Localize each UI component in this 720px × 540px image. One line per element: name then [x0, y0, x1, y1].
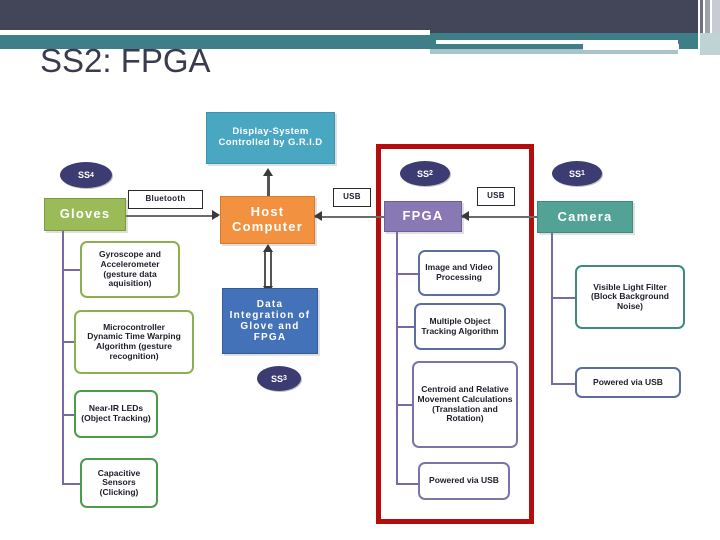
node-gloves-child-1-label: Gyroscope and Accelerometer (gesture dat… [99, 249, 161, 289]
node-gloves-child-2-label: Microcontroller Dynamic Time Warping Alg… [87, 321, 181, 361]
badge-ss4: SS 4 [60, 162, 112, 188]
arrow-gloves-to-host-head [212, 210, 220, 220]
node-data-integration-label: Data Integration of Glove and FPGA [229, 298, 311, 344]
node-fpga[interactable]: FPGA [384, 201, 462, 232]
label-bluetooth-text: Bluetooth [145, 194, 186, 204]
node-gloves-child-4-label: Capacitive Sensors (Clicking) [97, 467, 141, 497]
camera-spine [551, 233, 553, 385]
badge-ss1-sub: 1 [581, 170, 585, 177]
header-vertical-bar-4 [700, 33, 720, 55]
node-host-computer[interactable]: Host Computer [220, 196, 315, 244]
node-camera-child-2-label: Powered via USB [593, 376, 663, 387]
node-camera-child-2[interactable]: Powered via USB [575, 367, 681, 398]
badge-ss3-sub: 3 [283, 375, 287, 382]
label-bluetooth: Bluetooth [128, 190, 203, 209]
page-title: SS2: FPGA [40, 42, 211, 79]
node-camera-child-1-label: Visible Light Filter (Block Background N… [591, 281, 669, 311]
arrow-data-to-host-head [263, 244, 273, 252]
arrow-fpga-to-host-head [314, 211, 322, 221]
node-gloves[interactable]: Gloves [44, 198, 126, 231]
node-gloves-child-3[interactable]: Near-IR LEDs (Object Tracking) [74, 390, 158, 438]
node-camera-child-1[interactable]: Visible Light Filter (Block Background N… [575, 265, 685, 329]
badge-ss2: SS 2 [400, 161, 450, 186]
node-fpga-child-3[interactable]: Centroid and Relative Movement Calculati… [412, 361, 518, 448]
node-gloves-child-3-label: Near-IR LEDs (Object Tracking) [81, 403, 151, 423]
gloves-branch-4 [62, 483, 80, 485]
node-gloves-label: Gloves [59, 206, 111, 222]
fpga-spine [396, 232, 398, 485]
camera-branch-2 [551, 383, 575, 385]
node-fpga-label: FPGA [402, 208, 444, 224]
node-fpga-child-1-label: Image and Video Processing [425, 262, 493, 282]
node-camera[interactable]: Camera [537, 201, 633, 233]
line-host-to-data-2 [270, 250, 272, 290]
fpga-branch-4 [396, 483, 418, 485]
label-usb-right-text: USB [487, 191, 505, 201]
badge-ss1-label: SS [569, 168, 582, 179]
slide-canvas: SS2: FPGA SS 4 Gloves Gyroscope and Accel… [0, 0, 720, 540]
node-fpga-child-2-label: Multiple Object Tracking Algorithm [421, 315, 499, 336]
badge-ss4-sub: 4 [90, 171, 94, 179]
node-fpga-child-3-label: Centroid and Relative Movement Calculati… [417, 384, 513, 424]
arrow-camera-to-fpga-head [461, 211, 469, 221]
node-camera-label: Camera [557, 208, 613, 224]
header-white-stripe-1 [0, 30, 430, 35]
badge-ss3-label: SS [271, 373, 284, 384]
line-gloves-to-host [126, 215, 218, 217]
node-fpga-child-4[interactable]: Powered via USB [418, 462, 510, 500]
node-fpga-child-2[interactable]: Multiple Object Tracking Algorithm [414, 303, 506, 350]
badge-ss3: SS 3 [257, 366, 301, 391]
line-camera-to-fpga [462, 216, 546, 218]
node-gloves-child-4[interactable]: Capacitive Sensors (Clicking) [80, 458, 158, 508]
arrow-host-to-display-shaft [267, 176, 270, 198]
fpga-branch-1 [396, 273, 418, 275]
badge-ss2-sub: 2 [429, 170, 433, 177]
label-usb-right: USB [477, 187, 515, 206]
header-white-stripe-4 [583, 44, 679, 50]
badge-ss4-label: SS [78, 170, 91, 180]
label-usb-left: USB [333, 188, 371, 207]
header-dark-band [0, 0, 698, 33]
arrow-host-to-display-head [263, 168, 273, 176]
node-fpga-child-1[interactable]: Image and Video Processing [418, 250, 500, 296]
gloves-branch-1 [62, 269, 80, 271]
badge-ss1: SS 1 [552, 161, 602, 186]
node-display-system[interactable]: Display-System Controlled by G.R.I.D [206, 112, 335, 164]
node-fpga-child-4-label: Powered via USB [429, 475, 499, 486]
node-gloves-child-2[interactable]: Microcontroller Dynamic Time Warping Alg… [74, 310, 194, 374]
node-display-system-label: Display-System Controlled by G.R.I.D [218, 126, 323, 148]
camera-branch-1 [551, 297, 575, 299]
label-usb-left-text: USB [343, 192, 361, 202]
line-fpga-to-host [315, 216, 385, 218]
node-data-integration[interactable]: Data Integration of Glove and FPGA [222, 288, 318, 354]
node-gloves-child-1[interactable]: Gyroscope and Accelerometer (gesture dat… [80, 241, 180, 298]
badge-ss2-label: SS [417, 168, 430, 179]
node-host-computer-label: Host Computer [232, 204, 303, 234]
line-host-to-data-1 [264, 250, 266, 290]
